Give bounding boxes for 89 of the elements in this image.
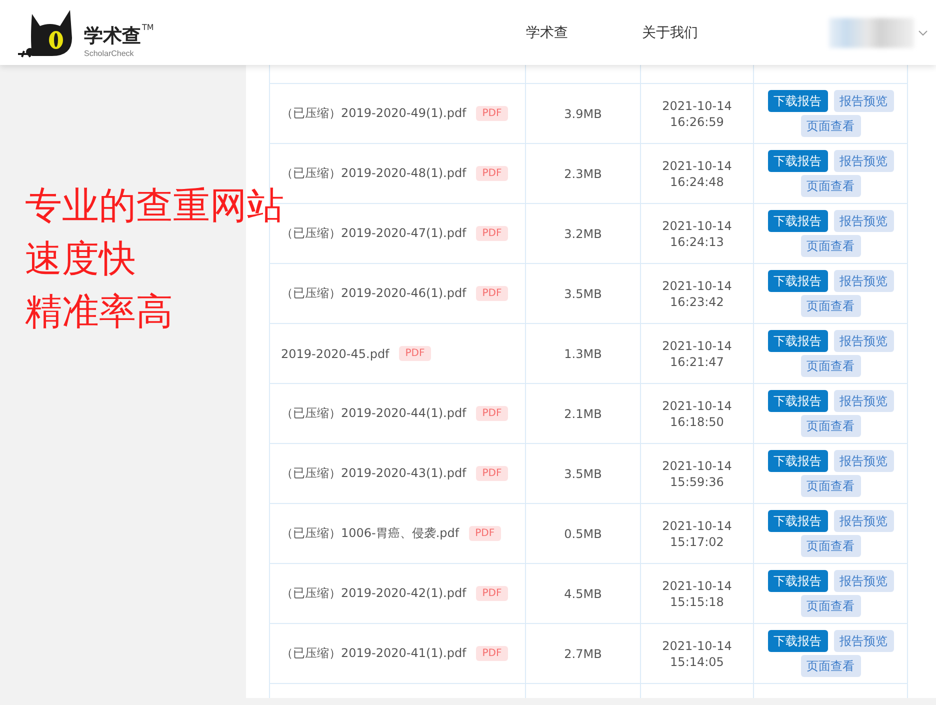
upload-time: 16:24:13 <box>670 234 724 250</box>
upload-time: 15:59:36 <box>670 474 724 490</box>
action-button[interactable]: 报告预览 <box>834 630 894 652</box>
file-type-badge: PDF <box>476 586 508 601</box>
file-size: 2.1MB <box>564 406 602 420</box>
file-type-badge: PDF <box>476 106 508 121</box>
action-button[interactable]: 页面查看 <box>800 115 860 137</box>
action-button[interactable]: 页面查看 <box>800 175 860 197</box>
action-button[interactable]: 下载报告 <box>768 210 828 232</box>
upload-date: 2021-10-14 <box>662 218 732 234</box>
upload-date: 2021-10-14 <box>662 338 732 354</box>
upload-time: 16:26:59 <box>670 114 724 130</box>
nav-link[interactable]: 学术查 <box>526 24 568 42</box>
upload-date: 2021-10-14 <box>662 458 732 474</box>
file-name: （已压缩）2019-2020-41(1).pdf <box>281 645 466 662</box>
file-size: 0.5MB <box>564 526 602 540</box>
upload-time: 16:18:50 <box>670 414 724 430</box>
upload-time: 16:23:42 <box>670 294 724 310</box>
file-name: （已压缩）2019-2020-48(1).pdf <box>281 165 466 182</box>
promo-text: 精准率高 <box>25 293 173 331</box>
file-size: 3.9MB <box>564 106 602 120</box>
file-type-badge: PDF <box>476 226 508 241</box>
file-name: （已压缩）2019-2020-46(1).pdf <box>281 285 466 302</box>
file-name: （已压缩）2019-2020-43(1).pdf <box>281 465 466 482</box>
file-size: 1.3MB <box>564 346 602 360</box>
action-button[interactable]: 报告预览 <box>834 570 894 592</box>
upload-time: 15:15:18 <box>670 594 724 610</box>
action-button[interactable]: 下载报告 <box>768 150 828 172</box>
upload-date: 2021-10-14 <box>662 158 732 174</box>
action-button[interactable]: 报告预览 <box>834 330 894 352</box>
action-button[interactable]: 页面查看 <box>800 415 860 437</box>
trademark-mark: TM <box>142 22 154 32</box>
promo-text: 专业的查重网站 <box>25 187 284 225</box>
file-type-badge: PDF <box>399 346 431 361</box>
action-button[interactable]: 页面查看 <box>800 535 860 557</box>
action-button[interactable]: 页面查看 <box>800 295 860 317</box>
file-name: （已压缩）2019-2020-44(1).pdf <box>281 405 466 422</box>
file-name: 2019-2020-45.pdf <box>281 346 390 360</box>
file-size: 3.5MB <box>564 286 602 300</box>
action-button[interactable]: 报告预览 <box>834 210 894 232</box>
file-size: 4.5MB <box>564 586 602 600</box>
action-button[interactable]: 下载报告 <box>768 510 828 532</box>
action-button[interactable]: 页面查看 <box>800 655 860 677</box>
upload-time: 16:24:48 <box>670 174 724 190</box>
file-size: 2.3MB <box>564 166 602 180</box>
file-type-badge: PDF <box>476 166 508 181</box>
file-size: 3.5MB <box>564 466 602 480</box>
file-name: （已压缩）2019-2020-47(1).pdf <box>281 225 466 242</box>
file-type-badge: PDF <box>476 466 508 481</box>
action-button[interactable]: 下载报告 <box>768 90 828 112</box>
action-button[interactable]: 报告预览 <box>834 150 894 172</box>
action-button[interactable]: 下载报告 <box>768 270 828 292</box>
file-type-badge: PDF <box>476 646 508 661</box>
action-button[interactable]: 下载报告 <box>768 570 828 592</box>
file-name: （已压缩）1006-胃癌、侵袭.pdf <box>281 525 460 542</box>
action-button[interactable]: 报告预览 <box>834 90 894 112</box>
action-button[interactable]: 报告预览 <box>834 390 894 412</box>
nav-link[interactable]: 关于我们 <box>642 24 698 42</box>
file-name: （已压缩）2019-2020-49(1).pdf <box>281 105 466 122</box>
upload-date: 2021-10-14 <box>662 98 732 114</box>
action-button[interactable]: 页面查看 <box>800 235 860 257</box>
action-button[interactable]: 下载报告 <box>768 450 828 472</box>
action-button[interactable]: 页面查看 <box>800 595 860 617</box>
file-type-badge: PDF <box>469 526 501 541</box>
logo-subtitle: ScholarCheck <box>84 48 135 58</box>
file-type-badge: PDF <box>476 406 508 421</box>
action-button[interactable]: 页面查看 <box>800 355 860 377</box>
upload-time: 16:21:47 <box>670 354 724 370</box>
action-button[interactable]: 报告预览 <box>834 270 894 292</box>
file-name: （已压缩）2019-2020-42(1).pdf <box>281 585 466 602</box>
action-button[interactable]: 下载报告 <box>768 630 828 652</box>
upload-date: 2021-10-14 <box>662 578 732 594</box>
file-type-badge: PDF <box>476 286 508 301</box>
upload-time: 15:17:02 <box>670 534 724 550</box>
action-button[interactable]: 报告预览 <box>834 450 894 472</box>
file-size: 2.7MB <box>564 646 602 660</box>
action-button[interactable]: 下载报告 <box>768 330 828 352</box>
upload-date: 2021-10-14 <box>662 398 732 414</box>
action-button[interactable]: 页面查看 <box>800 475 860 497</box>
upload-date: 2021-10-14 <box>662 278 732 294</box>
action-button[interactable]: 报告预览 <box>834 510 894 532</box>
upload-date: 2021-10-14 <box>662 518 732 534</box>
promo-text: 速度快 <box>25 240 136 278</box>
upload-date: 2021-10-14 <box>662 638 732 654</box>
action-button[interactable]: 下载报告 <box>768 390 828 412</box>
file-size: 3.2MB <box>564 226 602 240</box>
upload-time: 15:14:05 <box>670 654 724 670</box>
logo-title: 学术查 <box>84 24 141 48</box>
caret-icon[interactable] <box>918 30 928 36</box>
